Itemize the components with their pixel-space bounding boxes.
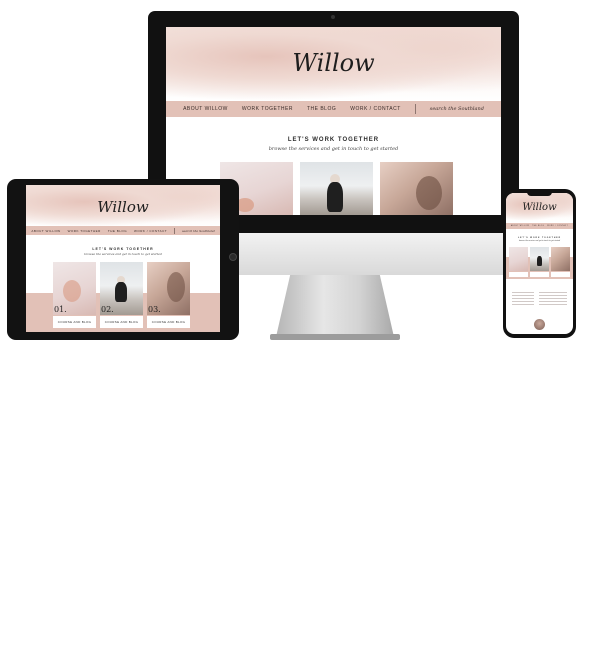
camera-dot (331, 15, 335, 19)
section-headline: LET'S WORK TOGETHER (517, 237, 562, 239)
card-button[interactable]: COURSE AND BLOG (147, 316, 190, 328)
monitor-base (270, 334, 400, 340)
nav-item-work[interactable]: WORK TOGETHER (242, 106, 293, 112)
section-subline: browse the services and get in touch to … (84, 252, 162, 256)
beach-photo[interactable] (530, 247, 549, 271)
tablet-screen: Willow ABOUT WILLOW WORK TOGETHER THE BL… (26, 185, 220, 332)
card-button[interactable] (551, 272, 570, 277)
section-headline: LET'S WORK TOGETHER (287, 137, 380, 143)
site-nav: ABOUT WILLOW WORK TOGETHER THE BLOG WORK… (166, 101, 501, 117)
site-logo[interactable]: Willow (166, 49, 501, 77)
card-number: 02. (101, 305, 114, 314)
phone-screen: Willow ABOUT WILLOW THE BLOG WORK / CONT… (506, 193, 573, 334)
footer-text-block (512, 292, 534, 306)
site-nav: ABOUT WILLOW THE BLOG WORK / CONTACT (506, 223, 573, 229)
hands-photo[interactable] (509, 247, 528, 271)
portrait-photo[interactable] (380, 162, 453, 215)
site-logo[interactable]: Willow (506, 202, 573, 213)
nav-item-work[interactable]: WORK TOGETHER (68, 229, 101, 233)
nav-search[interactable]: search the Southland (182, 229, 215, 233)
card-button[interactable] (530, 272, 549, 277)
section-headline: LET'S WORK TOGETHER (92, 247, 154, 251)
card-button[interactable]: COURSE AND BLOG (100, 316, 143, 328)
nav-item-contact[interactable]: WORK / CONTACT (350, 106, 401, 112)
site-logo[interactable]: Willow (26, 198, 220, 216)
card-button[interactable] (509, 272, 528, 277)
portrait-photo[interactable] (551, 247, 570, 271)
footer-text-block (539, 292, 567, 306)
card-number: 03. (148, 305, 161, 314)
section-subline: browse the services and get in touch to … (518, 241, 561, 242)
nav-item-about[interactable]: ABOUT WILLOW (511, 226, 529, 227)
nav-item-contact[interactable]: WORK / CONTACT (547, 226, 568, 227)
site-nav: ABOUT WILLOW WORK TOGETHER THE BLOG WORK… (26, 226, 220, 235)
nav-item-blog[interactable]: THE BLOG (108, 229, 127, 233)
nav-item-about[interactable]: ABOUT WILLOW (31, 229, 60, 233)
tablet-home-button (229, 253, 237, 261)
nav-item-blog[interactable]: THE BLOG (307, 106, 336, 112)
nav-item-blog[interactable]: THE BLOG (532, 226, 544, 227)
beach-photo[interactable] (300, 162, 373, 215)
phone-notch (527, 191, 552, 196)
nav-item-about[interactable]: ABOUT WILLOW (183, 106, 228, 112)
card-button[interactable]: COURSE AND BLOG (53, 316, 96, 328)
card-number: 01. (54, 305, 67, 314)
avatar (534, 319, 545, 330)
section-subline: browse the services and get in touch to … (268, 146, 399, 152)
nav-search[interactable]: search the Southland (430, 106, 484, 112)
monitor-stand (276, 275, 394, 337)
nav-item-contact[interactable]: WORK / CONTACT (134, 229, 167, 233)
nav-divider (174, 227, 176, 234)
nav-divider (414, 104, 416, 114)
